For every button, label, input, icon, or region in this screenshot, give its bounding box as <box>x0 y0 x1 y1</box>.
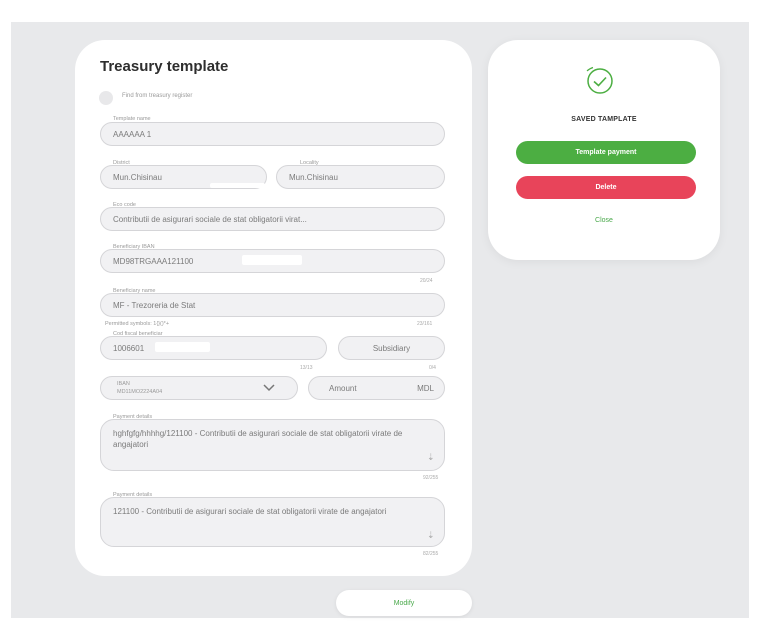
payment-details-counter: 92/255 <box>423 475 439 481</box>
payment-details-counter: 82/255 <box>423 551 439 557</box>
amount-placeholder: Amount <box>329 383 357 393</box>
treasury-register-toggle[interactable] <box>99 91 113 105</box>
page-title: Treasury template <box>100 58 229 75</box>
beneficiary-name-input[interactable]: MF - Trezoreria de Stat <box>100 293 445 317</box>
redaction-mask <box>155 342 210 352</box>
chevron-down-icon[interactable] <box>261 382 277 394</box>
beneficiary-name-hint: Permitted symbols: 1{}()*+ <box>105 321 170 327</box>
redaction-mask <box>242 255 302 265</box>
close-link[interactable]: Close <box>488 217 720 224</box>
payment-details-textarea[interactable]: hghfgfg/hhhhg/121100 - Contributii de as… <box>100 419 445 471</box>
check-circle-icon <box>586 66 613 94</box>
resize-handle-icon[interactable]: ⇣ <box>427 452 435 463</box>
locality-input[interactable]: Mun.Chisinau <box>276 165 445 189</box>
redaction-mask <box>175 385 250 394</box>
fiscal-code-input[interactable]: 1006601 <box>100 336 327 360</box>
treasury-template-card: Treasury template Find from treasury reg… <box>75 40 472 576</box>
template-name-input[interactable]: AAAAAA 1 <box>100 122 445 146</box>
payment-details-textarea[interactable]: 121100 - Contributii de asigurari social… <box>100 497 445 547</box>
fiscal-code-counter: 13/13 <box>300 365 313 371</box>
iban-select-value: MD11MO2224A04 <box>117 389 163 395</box>
currency-label: MDL <box>417 383 434 393</box>
template-payment-button[interactable]: Template payment <box>516 141 696 164</box>
iban-select-label: IBAN <box>117 381 130 387</box>
subsidiary-counter: 0/4 <box>429 365 436 371</box>
modify-button[interactable]: Modify <box>336 590 472 616</box>
saved-template-card: SAVED TAMPLATE Template payment Delete C… <box>488 40 720 260</box>
delete-button[interactable]: Delete <box>516 176 696 199</box>
subsidiary-input[interactable]: Subsidiary <box>338 336 445 360</box>
treasury-register-toggle-label: Find from treasury register <box>122 93 193 99</box>
eco-code-input[interactable]: Contributii de asigurari sociale de stat… <box>100 207 445 231</box>
redaction-mask <box>210 183 265 188</box>
resize-handle-icon[interactable]: ⇣ <box>427 530 435 541</box>
beneficiary-iban-counter: 20/24 <box>420 278 433 284</box>
amount-input[interactable]: Amount MDL <box>308 376 445 400</box>
saved-template-label: SAVED TAMPLATE <box>571 116 637 123</box>
beneficiary-name-counter: 23/161 <box>417 321 433 327</box>
